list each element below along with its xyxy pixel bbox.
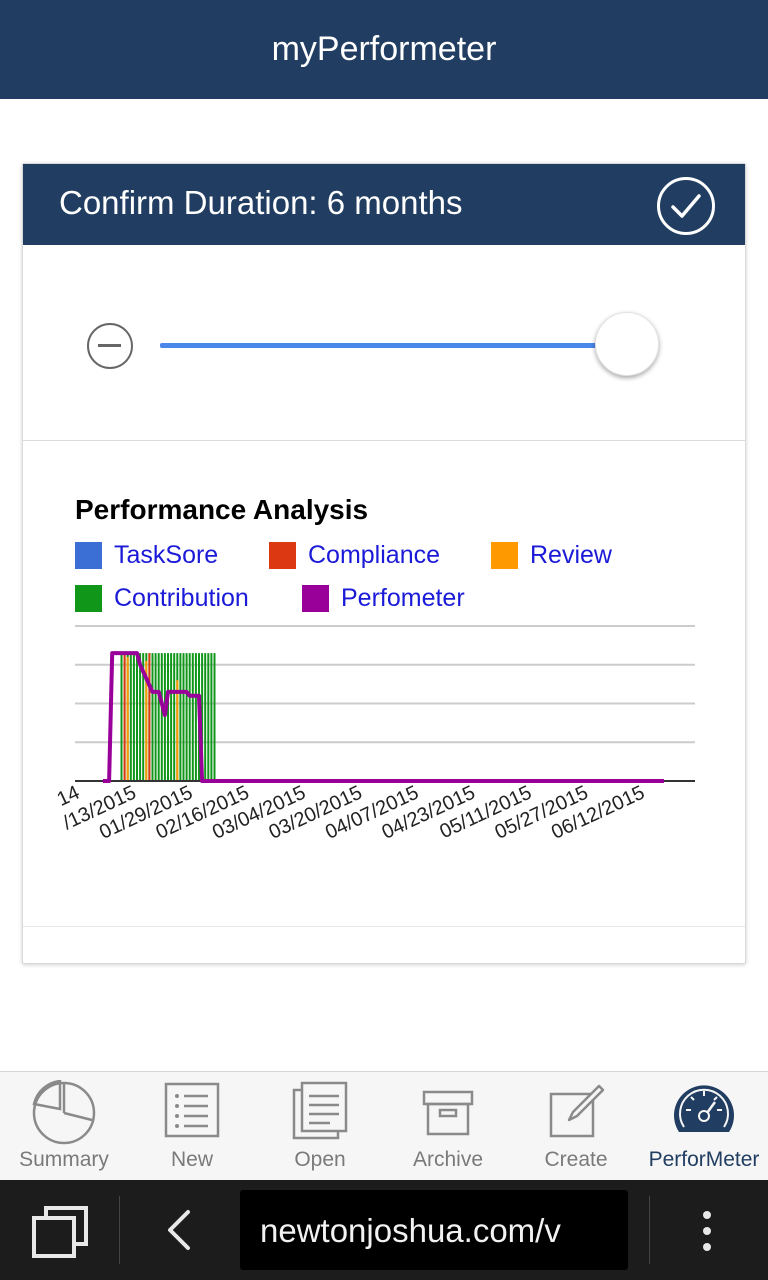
bar-contribution xyxy=(154,653,157,781)
tab-label: Summary xyxy=(19,1148,109,1171)
document-icon xyxy=(256,1080,384,1146)
bar-contribution xyxy=(120,653,123,781)
bar-review xyxy=(176,680,179,781)
tab-label: Open xyxy=(294,1148,346,1171)
tab-label: New xyxy=(170,1148,213,1171)
separator xyxy=(649,1196,650,1264)
pie-chart-icon xyxy=(0,1080,128,1146)
bar-contribution xyxy=(207,653,210,781)
bar-contribution xyxy=(139,653,142,781)
separator xyxy=(119,1196,120,1264)
bar-contribution xyxy=(179,653,182,781)
bar-contribution xyxy=(191,653,194,781)
tab-label: Create xyxy=(544,1148,608,1171)
speedometer-icon xyxy=(640,1080,768,1146)
bar-contribution xyxy=(213,653,216,781)
bar-compliance xyxy=(148,653,151,781)
tab-open[interactable]: Open xyxy=(256,1072,384,1181)
confirm-button[interactable] xyxy=(657,177,715,235)
duration-card-header: Confirm Duration: 6 months xyxy=(23,164,745,245)
bar-contribution xyxy=(132,653,135,781)
bar-contribution xyxy=(167,653,169,781)
duration-title: Confirm Duration: 6 months xyxy=(59,184,463,221)
bar-contribution xyxy=(173,653,176,781)
duration-card: Confirm Duration: 6 months Performance A… xyxy=(22,163,746,964)
back-arrow-icon[interactable] xyxy=(164,1208,196,1257)
bar-compliance xyxy=(123,653,126,781)
tabs-icon[interactable] xyxy=(30,1204,90,1265)
bar-contribution xyxy=(160,653,163,781)
duration-slider-thumb[interactable] xyxy=(595,312,659,376)
bar-contribution xyxy=(129,653,132,781)
performance-chart: Performance Analysis TaskSore Compliance… xyxy=(23,442,745,927)
bottom-tab-bar: Summary New Open Archive Create PerforMe… xyxy=(0,1071,768,1180)
bar-contribution xyxy=(157,653,160,781)
edit-icon xyxy=(512,1080,640,1146)
bar-review xyxy=(126,657,129,781)
archive-box-icon xyxy=(384,1080,512,1146)
bar-contribution xyxy=(188,653,191,781)
bar-contribution xyxy=(185,653,188,781)
bar-contribution xyxy=(210,653,213,781)
tab-new[interactable]: New xyxy=(128,1072,256,1181)
overflow-menu-icon[interactable] xyxy=(700,1210,714,1257)
tab-create[interactable]: Create xyxy=(512,1072,640,1181)
bar-contribution xyxy=(151,653,154,781)
duration-slider-track[interactable] xyxy=(160,343,620,348)
bar-contribution xyxy=(182,653,185,781)
app-title: myPerformeter xyxy=(271,30,497,68)
chart-plot: 14/13/201501/29/201502/16/201503/04/2015… xyxy=(54,625,695,844)
duration-slider-area xyxy=(23,245,745,441)
app-header: myPerformeter xyxy=(0,0,768,99)
bar-contribution xyxy=(194,653,197,781)
bar-contribution xyxy=(136,653,138,781)
tab-summary[interactable]: Summary xyxy=(0,1072,128,1181)
bar-contribution xyxy=(170,653,173,781)
list-icon xyxy=(128,1080,256,1146)
url-text: newtonjoshua.com/v xyxy=(260,1212,561,1249)
tab-archive[interactable]: Archive xyxy=(384,1072,512,1181)
bar-contribution xyxy=(204,653,207,781)
browser-bar: newtonjoshua.com/v xyxy=(0,1180,768,1280)
tab-performeter[interactable]: PerforMeter xyxy=(640,1072,768,1181)
minus-circle-icon[interactable] xyxy=(87,323,133,369)
checkmark-circle-icon xyxy=(671,194,701,218)
url-field[interactable]: newtonjoshua.com/v xyxy=(240,1190,628,1270)
tab-label: PerforMeter xyxy=(648,1148,760,1171)
tab-label: Archive xyxy=(412,1148,484,1171)
